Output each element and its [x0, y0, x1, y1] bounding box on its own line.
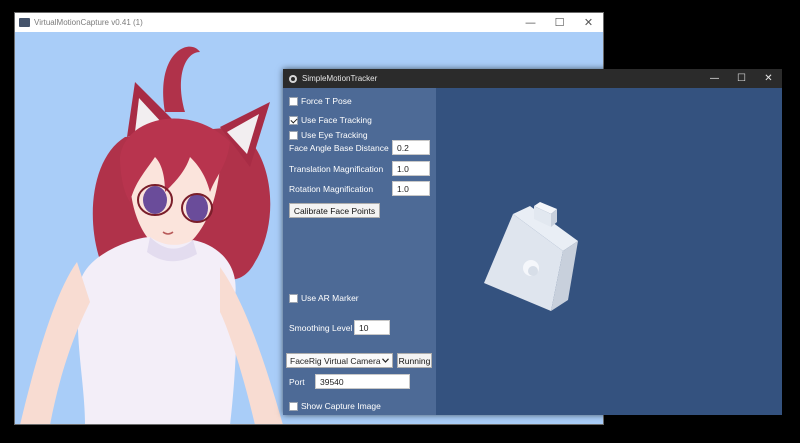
running-button[interactable]: Running — [397, 353, 432, 368]
port-label: Port — [289, 377, 305, 387]
settings-panel: Force T Pose Use Face Tracking Use Eye T… — [283, 88, 436, 415]
rotation-magnification-input[interactable]: 1.0 — [392, 181, 430, 196]
head-cube-model — [484, 202, 578, 311]
avatar-left-eye — [143, 186, 167, 214]
force-t-pose-checkbox[interactable] — [289, 96, 298, 106]
smt-app-icon — [289, 74, 297, 83]
smt-titlebar[interactable]: SimpleMotionTracker — ☐ ✕ — [283, 69, 782, 88]
use-ar-marker-toggle[interactable]: Use AR Marker — [289, 291, 359, 305]
port-row: Port — [289, 375, 305, 389]
face-angle-base-distance-input[interactable]: 0.2 — [392, 140, 430, 155]
avatar-shirt — [77, 237, 237, 424]
use-ar-marker-checkbox[interactable] — [289, 293, 298, 303]
use-face-tracking-label: Use Face Tracking — [301, 115, 372, 125]
chevron-down-icon — [382, 358, 389, 363]
translation-magnification-label: Translation Magnification — [289, 164, 384, 174]
close-button[interactable]: ✕ — [755, 69, 782, 88]
avatar-right-eye — [186, 194, 208, 222]
camera-select[interactable]: FaceRig Virtual Camera — [286, 353, 393, 368]
vmc-titlebar[interactable]: VirtualMotionCapture v0.41 (1) — ☐ ✕ — [15, 13, 603, 32]
use-face-tracking-toggle[interactable]: Use Face Tracking — [289, 113, 372, 127]
face-angle-base-distance-label: Face Angle Base Distance — [289, 143, 389, 153]
close-button[interactable]: ✕ — [574, 13, 603, 32]
vmc-app-icon — [19, 18, 30, 27]
rotation-magnification-label: Rotation Magnification — [289, 184, 374, 194]
minimize-button[interactable]: — — [701, 69, 728, 88]
use-ar-marker-label: Use AR Marker — [301, 293, 359, 303]
minimize-button[interactable]: — — [516, 13, 545, 32]
cube-sphere-shade — [528, 266, 538, 276]
face-angle-base-distance-row: Face Angle Base Distance — [289, 141, 389, 155]
use-face-tracking-checkbox[interactable] — [289, 115, 298, 125]
force-t-pose-toggle[interactable]: Force T Pose — [289, 94, 352, 108]
show-capture-image-toggle[interactable]: Show Capture Image — [289, 399, 381, 413]
smoothing-level-row: Smoothing Level — [289, 321, 352, 335]
tracking-3d-view[interactable] — [436, 88, 782, 415]
smt-window: SimpleMotionTracker — ☐ ✕ Force T Pose U… — [283, 69, 782, 415]
rotation-magnification-row: Rotation Magnification — [289, 182, 373, 196]
use-eye-tracking-toggle[interactable]: Use Eye Tracking — [289, 128, 368, 142]
calibrate-face-points-button[interactable]: Calibrate Face Points — [289, 203, 380, 218]
smoothing-level-label: Smoothing Level — [289, 323, 353, 333]
vmc-window-title: VirtualMotionCapture v0.41 (1) — [34, 18, 143, 27]
force-t-pose-label: Force T Pose — [301, 96, 352, 106]
translation-magnification-input[interactable]: 1.0 — [392, 161, 430, 176]
show-capture-image-label: Show Capture Image — [301, 401, 381, 411]
maximize-button[interactable]: ☐ — [728, 69, 755, 88]
translation-magnification-row: Translation Magnification — [289, 162, 383, 176]
maximize-button[interactable]: ☐ — [545, 13, 574, 32]
smoothing-level-input[interactable]: 10 — [354, 320, 390, 335]
camera-select-value: FaceRig Virtual Camera — [290, 355, 381, 366]
smt-window-title: SimpleMotionTracker — [302, 74, 378, 83]
use-eye-tracking-label: Use Eye Tracking — [301, 130, 368, 140]
use-eye-tracking-checkbox[interactable] — [289, 130, 298, 140]
port-input[interactable]: 39540 — [315, 374, 410, 389]
show-capture-image-checkbox[interactable] — [289, 401, 298, 411]
avatar-hair-tuft — [163, 46, 200, 112]
